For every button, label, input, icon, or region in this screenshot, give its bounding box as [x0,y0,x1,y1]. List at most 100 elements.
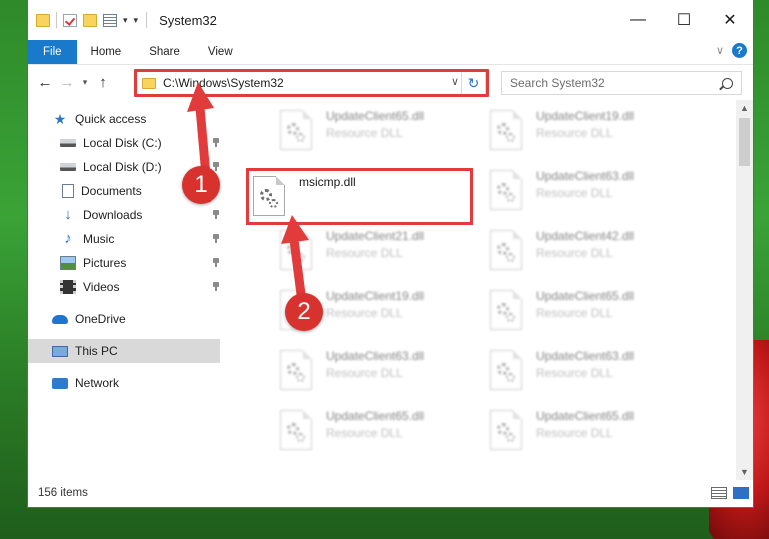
file-name: UpdateClient19.dll [326,289,425,303]
navigation-bar: ← → ▾ ↑ C:\Windows\System32 ∨ ↻ Search S… [28,64,753,100]
dll-file-icon [490,110,522,150]
file-item[interactable]: UpdateClient65.dll Resource DLL [488,406,708,458]
maximize-icon[interactable]: ☐ [661,0,707,40]
file-item[interactable]: UpdateClient63.dll Resource DLL [488,346,708,398]
nav-label: Music [83,232,115,246]
pin-icon [212,234,220,243]
close-icon[interactable]: ✕ [707,0,753,40]
file-type: Resource DLL [536,366,613,380]
pin-icon [212,258,220,267]
dll-file-icon [490,230,522,270]
computer-icon [52,345,68,357]
file-item[interactable]: UpdateClient65.dll Resource DLL [278,106,498,158]
expand-ribbon-chevron-icon[interactable]: ∨ [716,44,724,57]
properties-check-icon[interactable] [63,13,77,27]
file-name: UpdateClient21.dll [326,229,425,243]
file-name: UpdateClient65.dll [326,409,425,423]
nav-label: Pictures [83,256,127,270]
scroll-down-icon[interactable]: ▼ [736,464,753,480]
file-name: UpdateClient19.dll [536,109,635,123]
status-bar: 156 items [28,479,753,507]
nav-onedrive[interactable]: OneDrive [28,307,220,331]
file-item[interactable]: UpdateClient63.dll Resource DLL [488,166,708,218]
file-type: Resource DLL [326,366,403,380]
details-view-icon[interactable] [711,487,727,499]
file-item[interactable]: UpdateClient63.dll Resource DLL [278,346,498,398]
chevron-down-icon[interactable]: ▾ [123,15,128,26]
nav-label: OneDrive [75,312,126,326]
nav-label: Local Disk (D:) [83,160,162,174]
pictures-icon [60,256,76,270]
title-bar: ▾ ▾ System32 — ☐ ✕ [28,0,753,40]
nav-videos[interactable]: Videos [28,275,220,299]
nav-music[interactable]: ♪ Music [28,227,220,251]
new-folder-icon[interactable] [83,13,97,27]
file-type: Resource DLL [536,306,613,320]
star-icon: ★ [53,111,67,127]
forward-arrow-icon[interactable]: → [56,74,78,91]
file-type: Resource DLL [536,246,613,260]
properties-icon[interactable] [103,13,117,27]
file-type: Resource DLL [326,426,403,440]
nav-label: This PC [75,344,118,358]
music-icon: ♪ [64,230,72,247]
minimize-icon[interactable]: — [615,0,661,40]
file-item[interactable]: UpdateClient65.dll Resource DLL [488,286,708,338]
nav-label: Documents [81,184,142,198]
explorer-content: ★ Quick access Local Disk (C:) Local Dis… [28,100,753,478]
disk-icon [60,163,76,171]
file-type: Resource DLL [326,246,403,260]
search-icon[interactable] [722,77,733,89]
item-count: 156 items [38,487,88,499]
file-type: Resource DLL [536,186,613,200]
file-item[interactable]: UpdateClient65.dll Resource DLL [278,406,498,458]
dll-file-icon [490,350,522,390]
nav-this-pc[interactable]: This PC [28,339,220,363]
recent-locations-chevron-icon[interactable]: ▾ [78,77,92,88]
nav-label: Local Disk (C:) [83,136,162,150]
tab-view[interactable]: View [194,40,247,64]
file-type: Resource DLL [326,306,403,320]
title-divider [146,12,148,28]
network-icon [52,377,68,389]
customize-toolbar-icon[interactable]: ▾ [134,15,139,26]
dll-file-icon [280,410,312,450]
folder-icon [36,13,50,27]
dll-file-icon [490,290,522,330]
pin-icon [212,282,220,291]
tab-share[interactable]: Share [135,40,194,64]
up-arrow-icon[interactable]: ↑ [92,74,114,91]
file-name: UpdateClient63.dll [326,349,425,363]
nav-label: Videos [83,280,120,294]
back-arrow-icon[interactable]: ← [34,74,56,91]
step-badge-1: 1 [182,166,220,204]
quick-access-toolbar: ▾ ▾ [28,12,138,28]
step-badge-2: 2 [285,293,323,331]
large-icons-view-icon[interactable] [733,487,749,499]
file-name: UpdateClient65.dll [536,289,635,303]
file-item[interactable]: UpdateClient42.dll Resource DLL [488,226,708,278]
tab-file[interactable]: File [28,40,77,64]
nav-label: Network [75,376,120,390]
scroll-thumb[interactable] [739,118,750,166]
tab-home[interactable]: Home [77,40,136,64]
nav-pictures[interactable]: Pictures [28,251,220,275]
nav-network[interactable]: Network [28,371,220,395]
file-item[interactable]: UpdateClient19.dll Resource DLL [488,106,708,158]
file-name: UpdateClient42.dll [536,229,635,243]
scroll-up-icon[interactable]: ▲ [736,100,753,116]
nav-label: Quick access [75,112,147,126]
vertical-scrollbar[interactable]: ▲ ▼ [736,100,753,480]
search-input[interactable]: Search System32 [501,71,742,95]
search-placeholder: Search System32 [510,76,605,90]
window-controls: — ☐ ✕ [615,0,753,40]
file-explorer-window: ▾ ▾ System32 — ☐ ✕ File Home Share View … [27,0,754,508]
file-name: UpdateClient63.dll [536,169,635,183]
file-type: Resource DLL [536,126,613,140]
help-icon[interactable]: ? [732,43,747,58]
toolbar-divider [56,12,57,28]
window-title: System32 [159,12,217,28]
file-name: UpdateClient65.dll [326,109,425,123]
file-type: Resource DLL [536,426,613,440]
downloads-icon: ↓ [64,206,72,223]
